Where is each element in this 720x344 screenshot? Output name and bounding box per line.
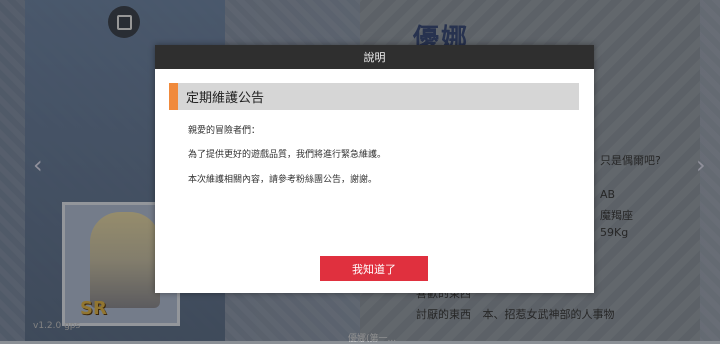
accent-bar xyxy=(169,83,178,110)
notice-line: 為了提供更好的遊戲品質，我們將進行緊急維護。 xyxy=(188,150,387,160)
notice-line: 本次維護相關內容，請參考粉絲團公告，謝謝。 xyxy=(188,175,378,185)
notice-header: 定期維護公告 xyxy=(169,83,579,110)
dialog-title: 說明 xyxy=(155,45,594,69)
notice-dialog: 說明 定期維護公告 親愛的冒險者們： 為了提供更好的遊戲品質，我們將進行緊急維護… xyxy=(155,45,594,293)
confirm-button[interactable]: 我知道了 xyxy=(320,256,428,281)
notice-title: 定期維護公告 xyxy=(186,91,265,106)
notice-line: 親愛的冒險者們： xyxy=(188,126,261,136)
